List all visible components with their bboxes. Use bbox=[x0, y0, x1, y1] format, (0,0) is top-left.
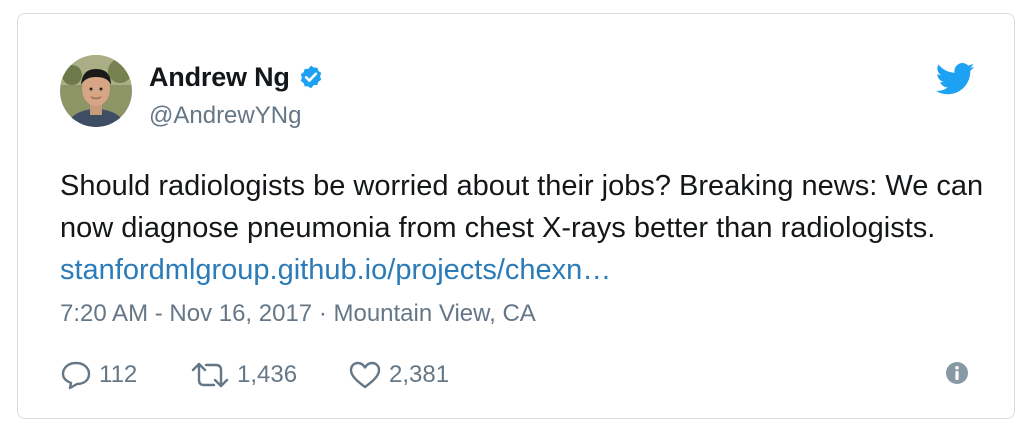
reply-button[interactable]: 112 bbox=[60, 360, 190, 390]
tweet-body: Should radiologists be worried about the… bbox=[60, 170, 984, 244]
author-handle[interactable]: @AndrewYNg bbox=[149, 102, 301, 130]
retweet-button[interactable]: 1,436 bbox=[190, 360, 348, 390]
like-button[interactable]: 2,381 bbox=[348, 360, 508, 390]
twitter-bird-icon[interactable] bbox=[935, 63, 975, 95]
retweet-count: 1,436 bbox=[237, 361, 298, 388]
tweet-timestamp[interactable]: 7:20 AM - Nov 16, 2017 · Mountain View, … bbox=[60, 300, 536, 328]
verified-badge-icon bbox=[298, 64, 324, 90]
like-count: 2,381 bbox=[389, 361, 450, 388]
tweet-card: Andrew Ng @AndrewYNg Should radiologists… bbox=[17, 13, 1015, 419]
tweet-text: Should radiologists be worried about the… bbox=[60, 165, 990, 291]
reply-count: 112 bbox=[99, 361, 138, 388]
retweet-icon bbox=[190, 360, 230, 390]
reply-icon bbox=[60, 360, 92, 390]
heart-icon bbox=[348, 360, 382, 390]
info-icon[interactable] bbox=[945, 361, 969, 385]
avatar[interactable] bbox=[60, 55, 132, 127]
tweet-actions: 112 1,436 2,381 bbox=[60, 358, 508, 392]
avatar-image bbox=[60, 55, 132, 127]
author-name[interactable]: Andrew Ng bbox=[149, 62, 290, 93]
tweet-link[interactable]: stanfordmlgroup.github.io/projects/chexn… bbox=[60, 254, 611, 286]
author-row: Andrew Ng bbox=[149, 60, 324, 94]
